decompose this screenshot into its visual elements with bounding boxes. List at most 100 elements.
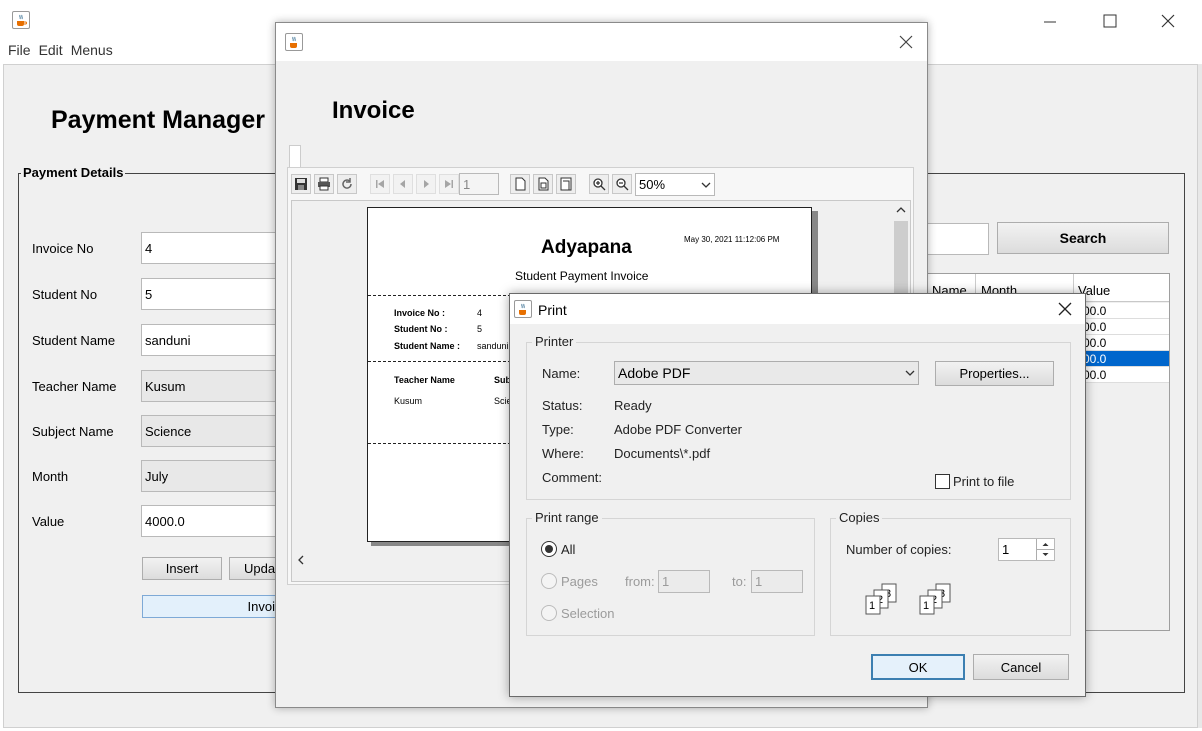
- ok-button[interactable]: OK: [871, 654, 965, 680]
- maximize-button[interactable]: [1100, 12, 1120, 32]
- to-input[interactable]: 1: [751, 570, 803, 593]
- invoice-close-button[interactable]: [896, 32, 916, 52]
- report-label: Student No :: [394, 324, 448, 334]
- spinner-up-icon[interactable]: [1037, 539, 1054, 550]
- field-input[interactable]: 4000.0: [141, 505, 281, 537]
- previous-page-button[interactable]: [393, 174, 413, 194]
- printer-name-label: Name:: [542, 366, 581, 381]
- printer-select[interactable]: Adobe PDF: [614, 361, 919, 385]
- field-label: Subject Name: [32, 424, 114, 439]
- pages-label[interactable]: Pages: [561, 574, 598, 589]
- last-page-button[interactable]: [439, 174, 459, 194]
- right-edge-strip: [1198, 64, 1202, 728]
- search-button[interactable]: Search: [997, 222, 1169, 254]
- report-timestamp: May 30, 2021 11:12:06 PM: [684, 235, 780, 244]
- field-label: Invoice No: [32, 241, 94, 256]
- from-label: from:: [625, 574, 655, 589]
- field-label: Teacher Name: [32, 379, 117, 394]
- viewer-tab[interactable]: [289, 145, 301, 167]
- chevron-down-icon: [905, 370, 915, 376]
- collate-pages-icon: 3 2 1 3 2 1: [862, 582, 962, 622]
- field-input[interactable]: 4: [141, 232, 281, 264]
- menu-file[interactable]: File: [8, 42, 31, 64]
- fit-width-icon: [560, 177, 572, 191]
- print-report-button[interactable]: [314, 174, 334, 194]
- table-cell-value: 00.0: [1083, 336, 1107, 350]
- cancel-button[interactable]: Cancel: [973, 654, 1069, 680]
- printer-select-value: Adobe PDF: [618, 365, 691, 381]
- zoom-select[interactable]: 50%: [635, 173, 715, 196]
- type-value: Adobe PDF Converter: [614, 422, 742, 437]
- printer-group-title: Printer: [532, 334, 577, 349]
- field-input[interactable]: July: [141, 460, 281, 492]
- next-page-button[interactable]: [416, 174, 436, 194]
- close-icon: [1058, 302, 1072, 316]
- copies-label: Number of copies:: [846, 542, 952, 557]
- to-label: to:: [732, 574, 747, 589]
- from-input[interactable]: 1: [658, 570, 710, 593]
- first-page-button[interactable]: [370, 174, 390, 194]
- report-value: sanduni: [477, 341, 509, 351]
- copies-spinner[interactable]: 1: [998, 538, 1055, 561]
- report-label: Student Name :: [394, 341, 461, 351]
- payment-details-title: Payment Details: [21, 165, 126, 180]
- properties-button[interactable]: Properties...: [935, 361, 1054, 386]
- spinner-down-icon[interactable]: [1037, 550, 1054, 560]
- all-radio[interactable]: [541, 541, 557, 557]
- field-input[interactable]: Kusum: [141, 370, 281, 402]
- print-to-file-label[interactable]: Print to file: [953, 474, 1014, 489]
- fit-page-button[interactable]: [533, 174, 553, 194]
- print-dialog: Print Printer Name: Adobe PDF Properties…: [509, 293, 1086, 697]
- chevron-left-icon: [298, 555, 304, 565]
- search-input[interactable]: [926, 223, 989, 255]
- java-app-icon: [514, 300, 532, 318]
- comment-label: Comment:: [542, 470, 602, 485]
- all-label[interactable]: All: [561, 542, 575, 557]
- zoom-out-button[interactable]: [612, 174, 632, 194]
- printer-icon: [318, 177, 330, 191]
- menu-edit[interactable]: Edit: [39, 42, 63, 64]
- where-label: Where:: [542, 446, 584, 461]
- selection-radio[interactable]: [541, 605, 557, 621]
- page-icon: [515, 177, 526, 191]
- zoom-in-icon: [593, 178, 606, 191]
- fit-width-button[interactable]: [556, 174, 576, 194]
- java-app-icon: [285, 33, 303, 51]
- close-button[interactable]: [1158, 11, 1178, 31]
- chevron-up-icon: [896, 207, 906, 213]
- menu-menus[interactable]: Menus: [71, 42, 113, 64]
- insert-button[interactable]: Insert: [142, 557, 222, 580]
- chevron-down-icon: [701, 182, 711, 188]
- selection-label[interactable]: Selection: [561, 606, 614, 621]
- page-number-input[interactable]: 1: [459, 173, 499, 195]
- copies-title: Copies: [836, 510, 883, 525]
- invoice-button[interactable]: Invoi: [142, 595, 282, 618]
- print-dialog-title: Print: [538, 302, 567, 318]
- save-report-button[interactable]: [291, 174, 311, 194]
- reload-button[interactable]: [337, 174, 357, 194]
- table-cell-value: 00.0: [1083, 368, 1107, 382]
- report-value: 4: [477, 308, 483, 318]
- table-cell-value: 00.0: [1083, 304, 1107, 318]
- minimize-button[interactable]: [1040, 12, 1060, 32]
- previous-icon: [400, 180, 405, 188]
- spinner-arrows[interactable]: [1036, 539, 1054, 560]
- refresh-icon: [342, 178, 352, 189]
- print-close-button[interactable]: [1055, 299, 1075, 319]
- field-input[interactable]: Science: [141, 415, 281, 447]
- zoom-in-button[interactable]: [589, 174, 609, 194]
- fit-page-icon: [538, 177, 549, 191]
- svg-text:1: 1: [869, 600, 875, 612]
- status-value: Ready: [614, 398, 652, 413]
- pages-radio[interactable]: [541, 573, 557, 589]
- invoice-title: Invoice: [332, 97, 415, 124]
- field-input[interactable]: 5: [141, 278, 281, 310]
- copies-value: 1: [1002, 542, 1010, 557]
- actual-size-button[interactable]: [510, 174, 530, 194]
- field-label: Student Name: [32, 333, 116, 348]
- print-to-file-checkbox[interactable]: [935, 474, 950, 489]
- where-value: Documents\*.pdf: [614, 446, 711, 461]
- field-input[interactable]: sanduni: [141, 324, 281, 356]
- next-icon: [424, 180, 429, 188]
- save-icon: [295, 178, 307, 190]
